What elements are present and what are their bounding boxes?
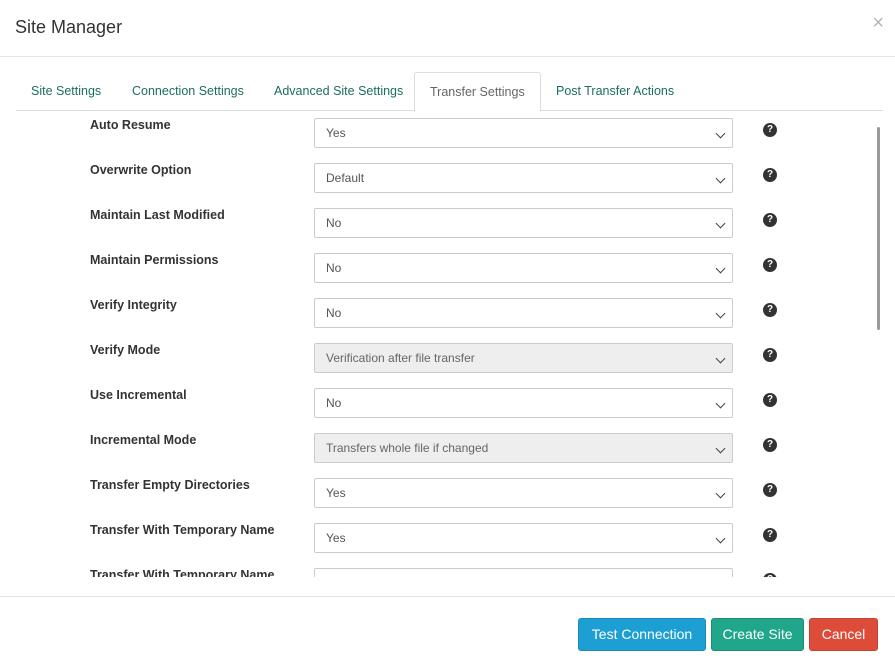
test-connection-button[interactable]: Test Connection (578, 618, 706, 651)
setting-label: Verify Integrity (90, 298, 177, 312)
select-value: Yes (326, 531, 346, 545)
chevron-down-icon (715, 128, 726, 139)
select-value: No (326, 216, 342, 230)
select-value: No (326, 396, 342, 410)
incremental-mode-select: Transfers whole file if changed (314, 433, 733, 463)
select-value: Transfers whole file if changed (326, 441, 489, 455)
transfer-with-temporary-name-select[interactable]: Yes (314, 523, 733, 553)
tab-site-settings[interactable]: Site Settings (16, 72, 116, 111)
select-value: No (326, 261, 342, 275)
maintain-permissions-select[interactable]: No (314, 253, 733, 283)
setting-row-incremental-mode: Incremental Mode Transfers whole file if… (0, 433, 880, 478)
tab-bar: Site Settings Connection Settings Advanc… (16, 72, 883, 112)
overwrite-option-select[interactable]: Default (314, 163, 733, 193)
help-icon[interactable]: ? (763, 573, 777, 577)
select-value: Yes (326, 486, 346, 500)
select-value: No (326, 306, 342, 320)
help-icon[interactable]: ? (763, 213, 777, 227)
setting-label: Verify Mode (90, 343, 161, 357)
select-value: Verification after file transfer (326, 351, 475, 365)
chevron-down-icon (715, 488, 726, 499)
chevron-down-icon (715, 308, 726, 319)
setting-label: Transfer With Temporary Name (90, 568, 275, 577)
dialog-title: Site Manager (15, 17, 123, 37)
setting-row-transfer-empty-directories: Transfer Empty Directories Yes ? (0, 478, 880, 523)
setting-label: Maintain Last Modified (90, 208, 225, 222)
chevron-down-icon (715, 353, 726, 364)
transfer-with-temporary-name-select-2[interactable] (314, 568, 733, 577)
help-icon[interactable]: ? (763, 123, 777, 137)
setting-row-transfer-with-temporary-name: Transfer With Temporary Name Yes ? (0, 523, 880, 568)
verify-integrity-select[interactable]: No (314, 298, 733, 328)
setting-row-auto-resume: Auto Resume Yes ? (0, 118, 880, 163)
help-icon[interactable]: ? (763, 393, 777, 407)
setting-row-maintain-permissions: Maintain Permissions No ? (0, 253, 880, 298)
chevron-down-icon (715, 263, 726, 274)
select-value: Default (326, 171, 365, 185)
setting-row-use-incremental: Use Incremental No ? (0, 388, 880, 433)
tab-advanced-site-settings[interactable]: Advanced Site Settings (259, 72, 418, 111)
help-icon[interactable]: ? (763, 348, 777, 362)
transfer-settings-panel: Auto Resume Yes ? Overwrite Option Defau… (0, 111, 895, 577)
setting-row-maintain-last-modified: Maintain Last Modified No ? (0, 208, 880, 253)
setting-label: Transfer With Temporary Name (90, 523, 275, 537)
setting-row-overwrite-option: Overwrite Option Default ? (0, 163, 880, 208)
setting-label: Incremental Mode (90, 433, 197, 447)
help-icon[interactable]: ? (763, 303, 777, 317)
setting-label: Maintain Permissions (90, 253, 219, 267)
close-icon[interactable]: × (872, 12, 884, 34)
chevron-down-icon (715, 398, 726, 409)
setting-row-verify-mode: Verify Mode Verification after file tran… (0, 343, 880, 388)
dialog-header: Site Manager × (0, 0, 895, 57)
help-icon[interactable]: ? (763, 258, 777, 272)
setting-label: Auto Resume (90, 118, 171, 132)
use-incremental-select[interactable]: No (314, 388, 733, 418)
chevron-down-icon (715, 218, 726, 229)
panel-scrollbar[interactable] (877, 127, 880, 330)
setting-label: Overwrite Option (90, 163, 192, 177)
setting-label: Use Incremental (90, 388, 187, 402)
setting-label: Transfer Empty Directories (90, 478, 250, 492)
select-value: Yes (326, 126, 346, 140)
help-icon[interactable]: ? (763, 438, 777, 452)
dialog-footer: Test Connection Create Site Cancel (0, 596, 895, 670)
chevron-down-icon (715, 443, 726, 454)
help-icon[interactable]: ? (763, 483, 777, 497)
transfer-empty-directories-select[interactable]: Yes (314, 478, 733, 508)
chevron-down-icon (715, 173, 726, 184)
chevron-down-icon (715, 533, 726, 544)
help-icon[interactable]: ? (763, 528, 777, 542)
auto-resume-select[interactable]: Yes (314, 118, 733, 148)
maintain-last-modified-select[interactable]: No (314, 208, 733, 238)
setting-row-transfer-with-temporary-name-2: Transfer With Temporary Name ? (0, 568, 880, 577)
help-icon[interactable]: ? (763, 168, 777, 182)
tab-post-transfer-actions[interactable]: Post Transfer Actions (541, 72, 689, 111)
verify-mode-select: Verification after file transfer (314, 343, 733, 373)
create-site-button[interactable]: Create Site (711, 618, 804, 651)
tab-connection-settings[interactable]: Connection Settings (117, 72, 259, 111)
setting-row-verify-integrity: Verify Integrity No ? (0, 298, 880, 343)
cancel-button[interactable]: Cancel (809, 618, 878, 651)
tab-transfer-settings[interactable]: Transfer Settings (414, 72, 541, 112)
